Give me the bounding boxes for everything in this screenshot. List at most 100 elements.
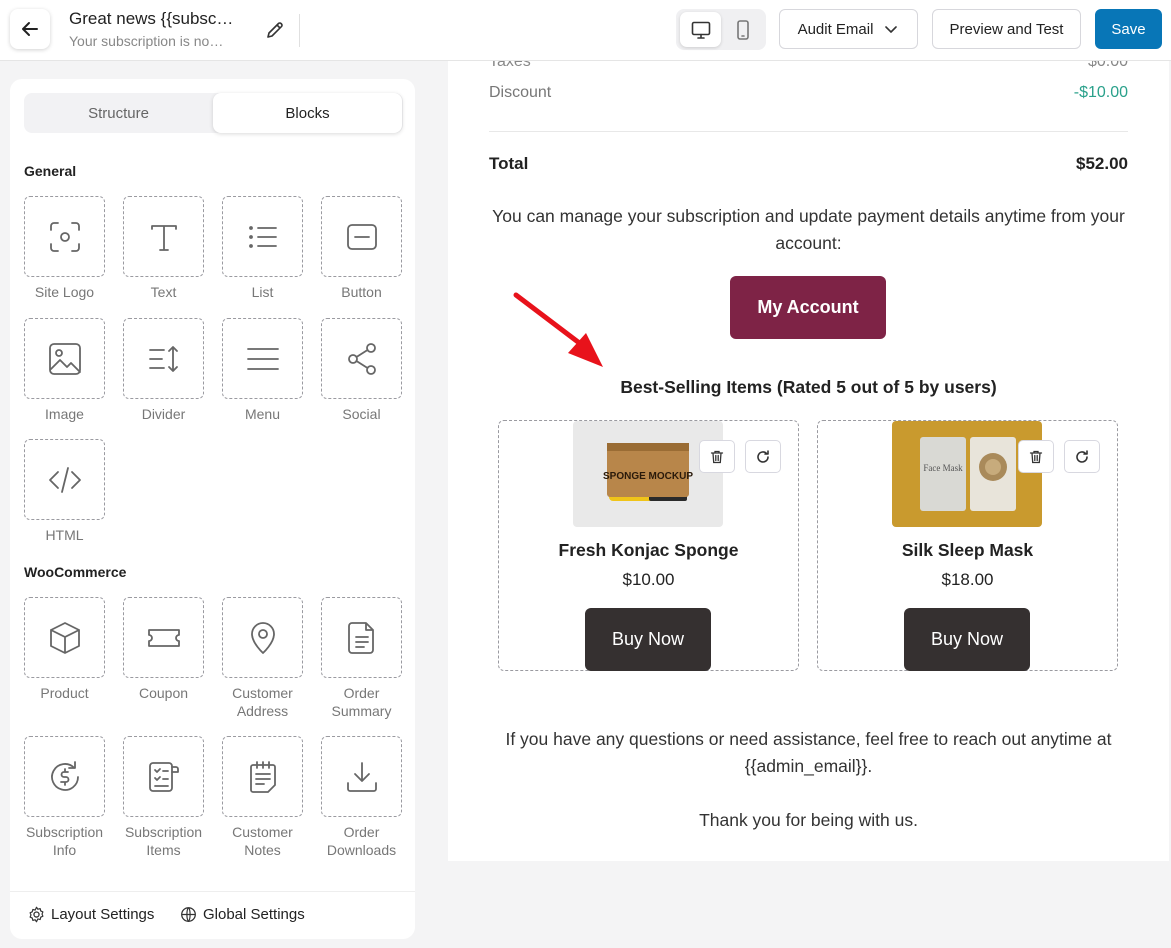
tab-structure[interactable]: Structure [24,93,213,133]
header-divider [299,14,300,47]
pencil-icon [267,22,283,38]
block-coupon[interactable]: Coupon [123,597,204,702]
block-label: Order Downloads [326,824,397,858]
block-text[interactable]: Text [123,196,204,301]
block-menu[interactable]: Menu [222,318,303,423]
layout-settings-link[interactable]: Layout Settings [28,906,154,923]
globe-icon [181,907,196,922]
desktop-view-button[interactable] [680,12,721,47]
dollar-refresh-icon [50,760,79,791]
discount-label: Discount [489,84,552,101]
discount-row: Discount -$10.00 [489,84,1128,102]
trash-icon [710,450,724,463]
total-row: Total $52.00 [489,154,1128,174]
global-settings-link[interactable]: Global Settings [180,906,305,923]
delete-product-button[interactable] [699,440,735,473]
buy-now-button[interactable]: Buy Now [585,608,711,671]
product-name: Silk Sleep Mask [901,540,1034,560]
product-image-text: Face Mask [923,463,963,473]
block-customer-notes[interactable]: Customer Notes [222,736,303,859]
button-icon [346,223,377,250]
top-bar: Great news {{subsc… Your subscription is… [0,0,1171,61]
document-icon [347,621,374,654]
product-price: $18.00 [941,570,994,589]
save-button[interactable]: Save [1095,9,1162,49]
product-image-text: SPONGE MOCKUP [603,471,693,482]
total-label: Total [489,154,529,173]
product-tools [1018,440,1100,473]
block-label: Customer Notes [232,824,293,858]
menu-icon [246,347,279,370]
ticket-icon [147,628,180,647]
sidebar-footer: Layout Settings Global Settings [10,891,415,939]
block-list[interactable]: List [222,196,303,301]
block-label: Menu [244,406,281,422]
buy-now-button[interactable]: Buy Now [904,608,1030,671]
block-label: Product [40,685,89,701]
email-subtitle: Your subscription is no… [69,33,224,49]
block-subscription-items[interactable]: Subscription Items [123,736,204,859]
block-label: Site Logo [34,284,95,300]
refresh-icon [1076,449,1088,463]
block-label: Button [341,284,382,300]
block-divider[interactable]: Divider [123,318,204,423]
email-title: Great news {{subsc… [69,9,234,28]
audit-email-dropdown[interactable]: Audit Email [779,9,918,49]
block-subscription-info[interactable]: Subscription Info [24,736,105,859]
total-value: $52.00 [1076,154,1128,173]
best-selling-title: Best-Selling Items (Rated 5 out of 5 by … [620,377,997,397]
device-toggle [676,9,766,50]
taxes-value: $0.00 [1087,61,1128,70]
desktop-icon [691,21,710,39]
product-image: SPONGE MOCKUP [573,421,723,527]
block-label: Social [342,406,381,422]
list-icon [248,225,277,248]
block-order-summary[interactable]: Order Summary [321,597,402,720]
preview-and-test-label: Preview and Test [949,20,1064,38]
block-label: Text [150,284,177,300]
product-image: Face Mask [892,421,1042,527]
preview-and-test-button[interactable]: Preview and Test [932,9,1081,49]
layout-settings-label: Layout Settings [51,906,155,923]
download-icon [346,761,377,792]
block-label: Subscription Info [25,824,104,858]
my-account-button[interactable]: My Account [730,276,886,339]
block-site-logo[interactable]: Site Logo [24,196,105,301]
red-arrow-icon [513,292,603,367]
block-social[interactable]: Social [321,318,402,423]
block-order-downloads[interactable]: Order Downloads [321,736,402,859]
checklist-icon [148,761,179,792]
email-canvas: Taxes $0.00 Discount -$10.00 Total $52.0… [448,61,1169,861]
block-html[interactable]: HTML [24,439,105,544]
product-name: Fresh Konjac Sponge [558,540,739,560]
block-label: Image [45,406,84,422]
tab-blocks[interactable]: Blocks [213,93,402,133]
arrow-left-icon [22,22,38,36]
block-image[interactable]: Image [24,318,105,423]
mobile-icon [736,19,749,40]
block-label: Coupon [138,685,189,701]
back-button[interactable] [10,9,50,49]
code-icon [48,466,81,493]
block-button[interactable]: Button [321,196,402,301]
refresh-product-button[interactable] [745,440,781,473]
product-card[interactable]: Face Mask Silk Sleep Mask $18.00 Buy Now [817,420,1118,671]
block-label: Customer Address [232,685,293,719]
block-product[interactable]: Product [24,597,105,702]
delete-product-button[interactable] [1018,440,1054,473]
block-label: Divider [141,406,186,422]
image-icon [48,342,81,375]
edit-title-button[interactable] [263,18,287,42]
site-logo-icon [49,221,80,252]
block-label: Subscription Items [124,824,203,858]
block-customer-address[interactable]: Customer Address [222,597,303,720]
product-card[interactable]: SPONGE MOCKUP Fresh Konjac Sponge $10.00… [498,420,799,671]
audit-email-label: Audit Email [797,20,874,38]
discount-value: -$10.00 [1073,84,1128,101]
sidebar-tabs: Structure Blocks [24,93,403,133]
block-label: HTML [45,527,84,543]
block-label: Order Summary [331,685,392,719]
mobile-view-button[interactable] [722,12,763,47]
notes-icon [249,760,276,793]
refresh-product-button[interactable] [1064,440,1100,473]
